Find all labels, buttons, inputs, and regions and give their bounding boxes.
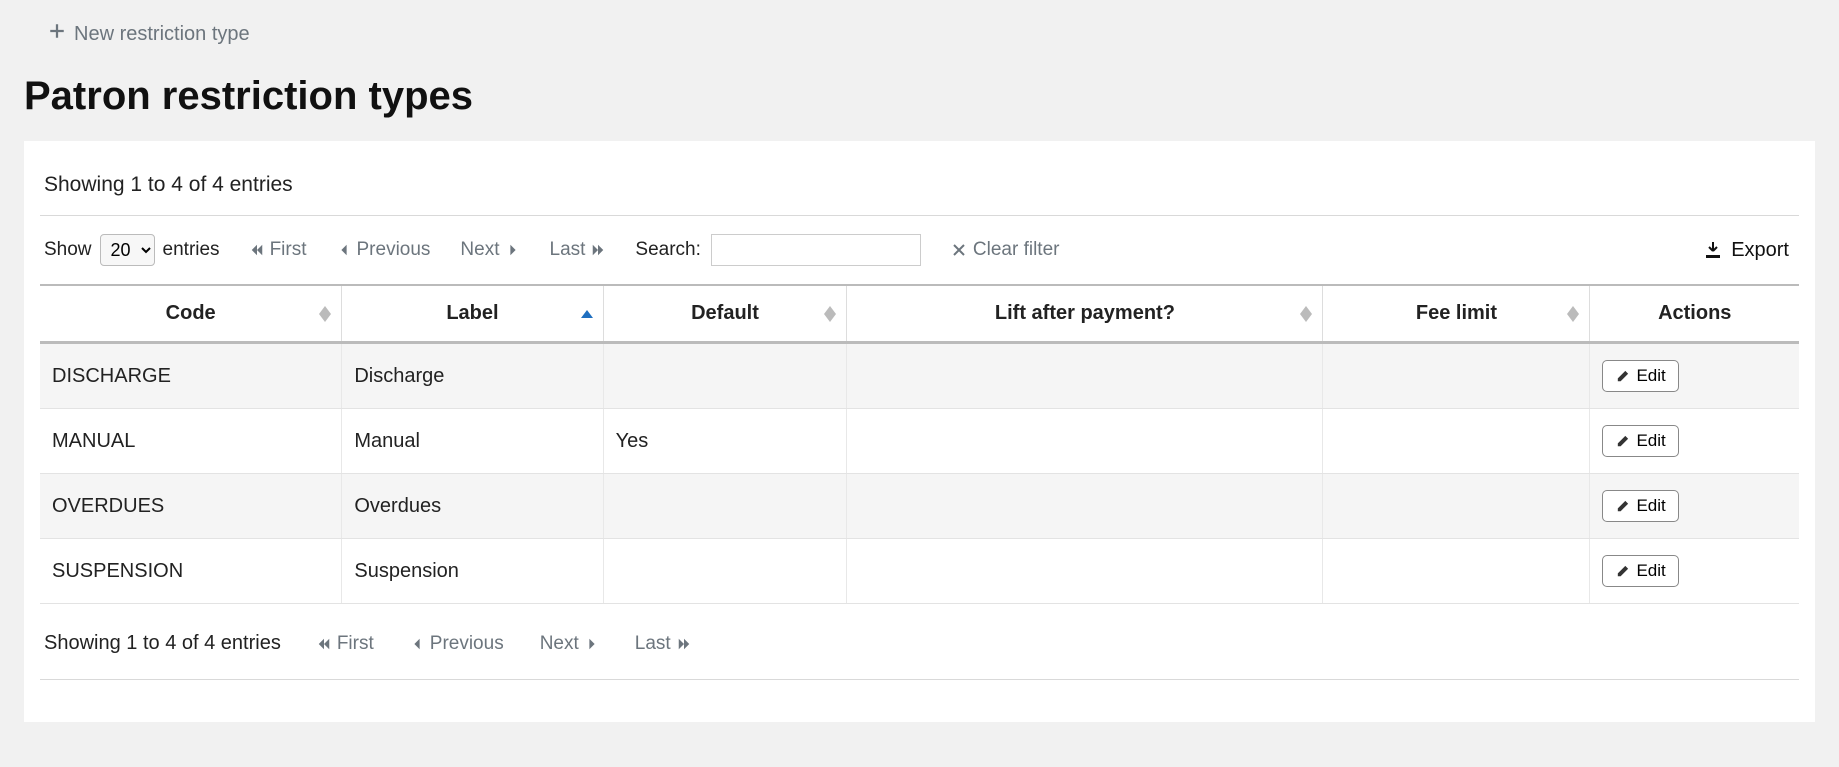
pencil-icon <box>1615 499 1630 514</box>
new-restriction-type-label: New restriction type <box>74 23 250 46</box>
cell-fee <box>1323 409 1590 474</box>
cell-actions: Edit <box>1590 343 1799 409</box>
chevron-double-right-icon <box>591 243 605 257</box>
pencil-icon <box>1615 369 1630 384</box>
col-header-fee[interactable]: Fee limit <box>1323 285 1590 343</box>
edit-button[interactable]: Edit <box>1602 555 1678 587</box>
pager-first-top[interactable]: First <box>250 239 307 261</box>
edit-button[interactable]: Edit <box>1602 425 1678 457</box>
cell-fee <box>1323 539 1590 604</box>
cell-lift <box>847 343 1323 409</box>
cell-actions: Edit <box>1590 539 1799 604</box>
cell-label: Discharge <box>342 343 603 409</box>
divider <box>40 679 1799 680</box>
datatable-info-top: Showing 1 to 4 of 4 entries <box>44 173 1799 197</box>
cell-default: Yes <box>603 409 847 474</box>
table-row: OVERDUESOverdues Edit <box>40 474 1799 539</box>
cell-lift <box>847 539 1323 604</box>
search-label: Search: <box>635 239 700 261</box>
cell-actions: Edit <box>1590 474 1799 539</box>
sort-icon <box>319 306 331 322</box>
cell-default <box>603 474 847 539</box>
pager-previous-top[interactable]: Previous <box>337 239 431 261</box>
cell-label: Suspension <box>342 539 603 604</box>
cell-lift <box>847 409 1323 474</box>
pager-last-bottom[interactable]: Last <box>635 633 691 655</box>
length-suffix: entries <box>163 239 220 261</box>
sort-icon <box>1300 306 1312 322</box>
export-button[interactable]: Export <box>1703 239 1795 262</box>
table-row: DISCHARGEDischarge Edit <box>40 343 1799 409</box>
sort-icon <box>1567 306 1579 322</box>
pager-previous-bottom[interactable]: Previous <box>410 633 504 655</box>
col-header-actions: Actions <box>1590 285 1799 343</box>
edit-button[interactable]: Edit <box>1602 360 1678 392</box>
cell-code: SUSPENSION <box>40 539 342 604</box>
col-header-lift[interactable]: Lift after payment? <box>847 285 1323 343</box>
search-control: Search: <box>635 234 920 266</box>
cell-default <box>603 343 847 409</box>
new-restriction-type-link[interactable]: New restriction type <box>48 22 250 46</box>
cell-label: Manual <box>342 409 603 474</box>
chevron-double-right-icon <box>677 637 691 651</box>
cell-code: OVERDUES <box>40 474 342 539</box>
pager-last-top[interactable]: Last <box>550 239 606 261</box>
col-header-label[interactable]: Label <box>342 285 603 343</box>
table-row: SUSPENSIONSuspension Edit <box>40 539 1799 604</box>
length-control: Show 20 entries <box>44 234 220 266</box>
col-header-code[interactable]: Code <box>40 285 342 343</box>
col-header-default[interactable]: Default <box>603 285 847 343</box>
cell-lift <box>847 474 1323 539</box>
length-prefix: Show <box>44 239 92 261</box>
close-icon <box>951 242 967 258</box>
chevron-left-icon <box>410 637 424 651</box>
edit-button[interactable]: Edit <box>1602 490 1678 522</box>
pager-first-bottom[interactable]: First <box>317 633 374 655</box>
pager-next-bottom[interactable]: Next <box>540 633 599 655</box>
length-select[interactable]: 20 <box>100 234 155 266</box>
clear-filter-button[interactable]: Clear filter <box>951 239 1060 261</box>
cell-actions: Edit <box>1590 409 1799 474</box>
cell-label: Overdues <box>342 474 603 539</box>
sort-icon <box>824 306 836 322</box>
chevron-double-left-icon <box>250 243 264 257</box>
search-input[interactable] <box>711 234 921 266</box>
pencil-icon <box>1615 564 1630 579</box>
cell-code: DISCHARGE <box>40 343 342 409</box>
divider <box>40 215 1799 216</box>
chevron-double-left-icon <box>317 637 331 651</box>
pager-next-top[interactable]: Next <box>460 239 519 261</box>
plus-icon <box>48 22 66 46</box>
cell-default <box>603 539 847 604</box>
cell-fee <box>1323 343 1590 409</box>
sort-asc-icon <box>581 310 593 318</box>
chevron-left-icon <box>337 243 351 257</box>
pencil-icon <box>1615 434 1630 449</box>
page-title: Patron restriction types <box>24 74 1839 119</box>
chevron-right-icon <box>506 243 520 257</box>
cell-code: MANUAL <box>40 409 342 474</box>
datatable-info-bottom: Showing 1 to 4 of 4 entries <box>44 632 281 655</box>
table-row: MANUALManualYes Edit <box>40 409 1799 474</box>
chevron-right-icon <box>585 637 599 651</box>
download-icon <box>1703 240 1723 260</box>
restriction-types-table: Code Label Default <box>40 284 1799 604</box>
cell-fee <box>1323 474 1590 539</box>
main-panel: Showing 1 to 4 of 4 entries Show 20 entr… <box>24 141 1815 722</box>
